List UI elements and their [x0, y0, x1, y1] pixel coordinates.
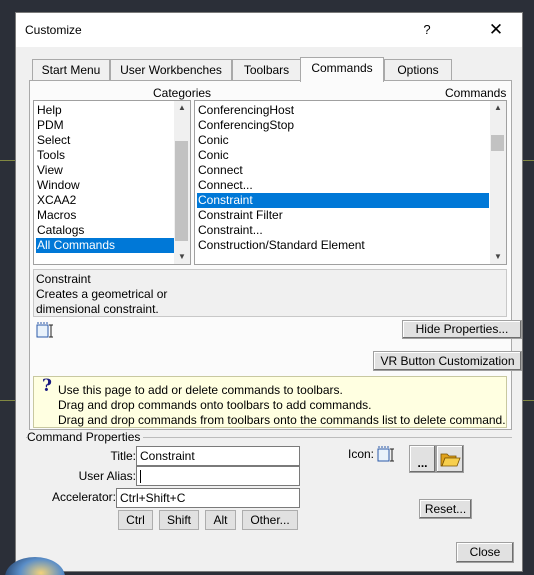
ctrl-button[interactable]: Ctrl: [118, 510, 153, 530]
command-item[interactable]: Connect...: [197, 178, 489, 193]
open-folder-button[interactable]: [436, 445, 464, 473]
hide-properties-button[interactable]: Hide Properties...: [402, 320, 522, 339]
scroll-up-icon[interactable]: ▲: [174, 101, 190, 115]
tip-box: ? Use this page to add or delete command…: [33, 376, 507, 428]
command-item[interactable]: ConferencingStop: [197, 118, 489, 133]
title-field[interactable]: Constraint: [136, 446, 300, 466]
tip-line: Use this page to add or delete commands …: [58, 383, 343, 397]
close-button[interactable]: Close: [456, 542, 514, 563]
scroll-down-icon[interactable]: ▼: [490, 250, 506, 264]
vr-button-customization-button[interactable]: VR Button Customization: [373, 351, 522, 371]
icon-label: Icon:: [347, 447, 374, 461]
category-item[interactable]: Tools: [36, 148, 174, 163]
close-window-button[interactable]: ✕: [482, 18, 510, 42]
commands-scroll-thumb[interactable]: [491, 135, 504, 151]
customize-dialog: Customize ? ✕ Start Menu User Workbenche…: [15, 12, 523, 572]
scroll-up-icon[interactable]: ▲: [490, 101, 506, 115]
user-alias-label: User Alias:: [78, 469, 136, 483]
tip-line: Drag and drop commands onto toolbars to …: [58, 398, 372, 412]
globe-icon: [5, 557, 65, 575]
accelerator-label: Accelerator:: [51, 490, 116, 504]
command-item[interactable]: Conic: [197, 148, 489, 163]
command-item[interactable]: Constraint Filter: [197, 208, 489, 223]
category-item[interactable]: XCAA2: [36, 193, 174, 208]
category-item[interactable]: View: [36, 163, 174, 178]
command-item[interactable]: ConferencingHost: [197, 103, 489, 118]
category-item[interactable]: Select: [36, 133, 174, 148]
category-item[interactable]: Help: [36, 103, 174, 118]
command-item[interactable]: Conic: [197, 133, 489, 148]
category-item[interactable]: Catalogs: [36, 223, 174, 238]
tab-options[interactable]: Options: [384, 59, 452, 81]
command-description: Constraint Creates a geometrical or dime…: [33, 269, 507, 317]
commands-tab-pane: Categories Commands Help PDM Select Tools Vi…: [29, 80, 522, 430]
commands-header: Commands: [445, 86, 507, 100]
help-button[interactable]: ?: [416, 19, 438, 41]
constraint-icon: [377, 446, 394, 462]
shift-button[interactable]: Shift: [159, 510, 199, 530]
title-label: Title:: [110, 449, 136, 463]
description-line: dimensional constraint.: [36, 302, 159, 316]
commands-scrollbar[interactable]: ▲ ▼: [490, 101, 506, 264]
category-item[interactable]: Macros: [36, 208, 174, 223]
categories-scrollbar[interactable]: ▲ ▼: [174, 101, 190, 264]
command-item[interactable]: Construction/Standard Element: [197, 238, 489, 253]
category-item[interactable]: PDM: [36, 118, 174, 133]
tab-user-workbenches[interactable]: User Workbenches: [110, 59, 232, 81]
question-icon: ?: [42, 376, 52, 396]
scroll-down-icon[interactable]: ▼: [174, 250, 190, 264]
text-caret: [140, 470, 141, 484]
dialog-title: Customize: [25, 23, 82, 37]
categories-scroll-thumb[interactable]: [175, 141, 188, 241]
categories-header: Categories: [153, 86, 212, 100]
description-line: Creates a geometrical or: [36, 287, 168, 301]
reset-button[interactable]: Reset...: [419, 499, 472, 519]
tab-commands[interactable]: Commands: [300, 57, 384, 82]
commands-list[interactable]: ConferencingHost ConferencingStop Conic Con…: [194, 100, 507, 265]
command-item[interactable]: Constraint...: [197, 223, 489, 238]
command-item[interactable]: Constraint: [197, 193, 489, 208]
tab-toolbars[interactable]: Toolbars: [232, 59, 301, 81]
description-line: Constraint: [36, 272, 91, 286]
tip-line: Drag and drop commands from toolbars ont…: [58, 413, 506, 427]
category-item[interactable]: Window: [36, 178, 174, 193]
categories-list[interactable]: Help PDM Select Tools View Window XCAA2 Macros C…: [33, 100, 191, 265]
command-item[interactable]: Connect: [197, 163, 489, 178]
tab-start-menu[interactable]: Start Menu: [32, 59, 110, 81]
command-properties-label: Command Properties: [27, 430, 144, 444]
category-item[interactable]: All Commands: [36, 238, 174, 253]
title-bar: Customize ? ✕: [16, 13, 522, 47]
other-button[interactable]: Other...: [242, 510, 298, 530]
open-folder-icon: [440, 453, 461, 467]
user-alias-field[interactable]: [136, 466, 300, 486]
accelerator-field[interactable]: Ctrl+Shift+C: [116, 488, 300, 508]
constraint-icon: [36, 322, 53, 338]
browse-icon-button[interactable]: ...: [409, 445, 436, 473]
alt-button[interactable]: Alt: [205, 510, 236, 530]
